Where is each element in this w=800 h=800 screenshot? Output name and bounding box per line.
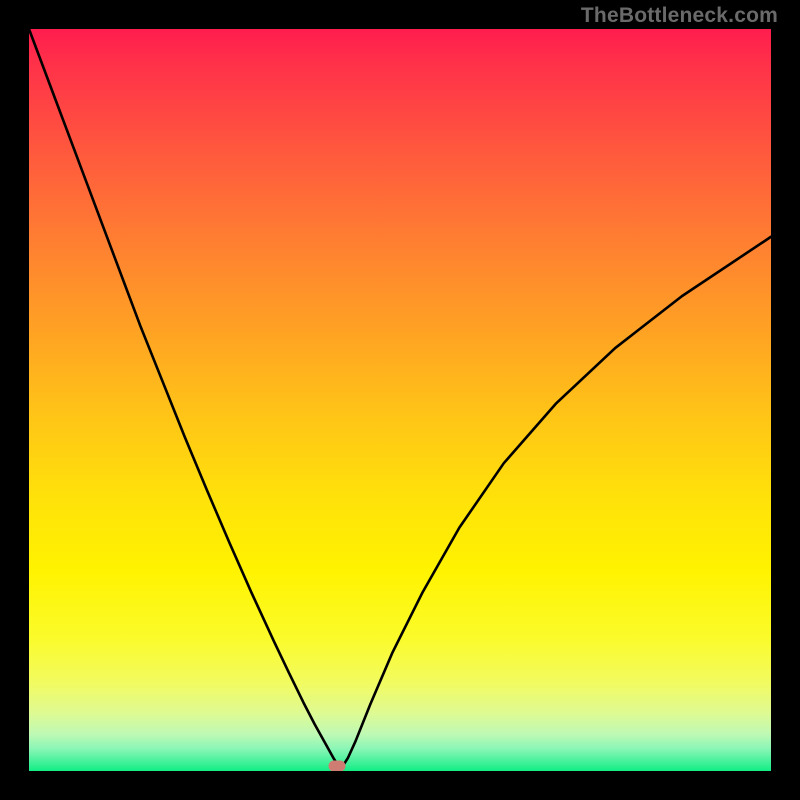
minimum-marker-icon [328,760,345,771]
watermark-text: TheBottleneck.com [581,4,778,28]
plot-area [29,29,771,771]
bottleneck-curve [29,29,771,771]
curve-path [29,29,771,766]
chart-frame: TheBottleneck.com [0,0,800,800]
